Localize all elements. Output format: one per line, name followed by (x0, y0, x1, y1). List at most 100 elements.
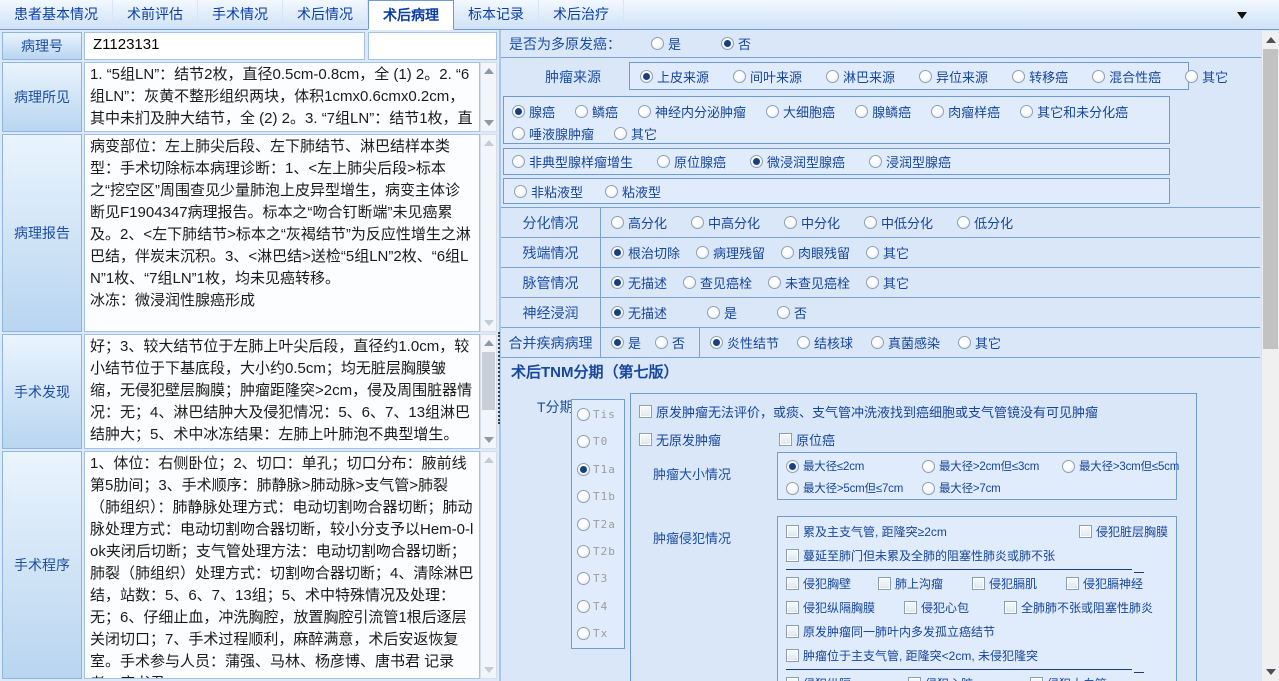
radio-option[interactable]: 最大径≤2cm (786, 458, 922, 474)
radio-option[interactable]: 粘液型 (605, 182, 661, 201)
radio-option[interactable]: 无描述 (611, 273, 667, 292)
radio-option[interactable]: 异位来源 (919, 67, 988, 86)
tab-patient-basic[interactable]: 患者基本情况 (0, 0, 113, 29)
tab-postop-treatment[interactable]: 术后治疗 (539, 0, 624, 29)
radio-option[interactable]: 炎性结节 (710, 333, 779, 352)
radio-option[interactable]: 最大径>3cm但≤5cm (1062, 458, 1179, 474)
radio-option[interactable]: T4 (577, 600, 624, 613)
radio-option[interactable]: 否 (721, 34, 751, 53)
check-option[interactable]: 全肺肺不张或阻塞性肺炎 (1004, 599, 1168, 616)
radio-option[interactable]: T3 (577, 572, 624, 585)
tab-postop-pathology[interactable]: 术后病理 (368, 0, 454, 30)
check-option[interactable]: 侵犯脏层胸膜 (1079, 523, 1168, 540)
check-option[interactable]: 原发肿瘤同一肺叶内多发孤立癌结节 (786, 623, 995, 640)
radio-option[interactable]: 唾液腺肿瘤 (512, 124, 594, 143)
check-option[interactable]: 累及主支气管, 距隆突≥2cm (786, 523, 947, 540)
radio-option[interactable]: 微浸润型腺癌 (750, 152, 845, 171)
radio-option[interactable]: 淋巴来源 (826, 67, 895, 86)
check-option[interactable]: 蔓延至肺门但未累及全肺的阻塞性肺炎或肺不张 (786, 547, 1055, 564)
radio-option[interactable]: 间叶来源 (733, 67, 802, 86)
tab-preop-eval[interactable]: 术前评估 (113, 0, 198, 29)
radio-option[interactable]: 神经内分泌肿瘤 (638, 102, 746, 121)
scroll-down-icon[interactable] (483, 117, 494, 128)
radio-option[interactable]: 查见癌栓 (683, 273, 752, 292)
pathology-no-extra-field[interactable] (368, 32, 497, 60)
radio-option[interactable]: 无描述 (611, 303, 667, 322)
radio-option[interactable]: 混合性癌 (1092, 67, 1161, 86)
check-option[interactable]: 侵犯心脏 (908, 675, 1030, 681)
radio-option[interactable]: 大细胞癌 (766, 102, 835, 121)
radio-option[interactable]: 未查见癌栓 (768, 273, 850, 292)
radio-option[interactable]: Tis (577, 408, 624, 421)
scroll-down-icon[interactable] (483, 317, 494, 328)
pathology-findings-textarea[interactable]: 1. “5组LN”：结节2枚，直径0.5cm-0.8cm，全 (1) 2。2. … (84, 62, 480, 132)
check-option[interactable]: 原发肿瘤无法评价，或痰、支气管冲洗液找到癌细胞或支气管镜没有可见肿瘤 (639, 402, 1098, 421)
pathology-report-textarea[interactable]: 病变部位：左上肺尖后段、左下肺结节、淋巴结样本类型：手术切除标本病理诊断：1、<… (84, 134, 480, 332)
check-option[interactable]: 无原发肿瘤 (639, 430, 721, 449)
radio-option[interactable]: 中高分化 (691, 213, 760, 232)
surgery-procedure-textarea[interactable]: 1、体位：右侧卧位；2、切口：单孔；切口分布：腋前线第5肋间；3、手术顺序：肺静… (84, 451, 480, 679)
radio-option[interactable]: 其它和未分化癌 (1020, 102, 1128, 121)
check-option[interactable]: 侵犯心包 (904, 599, 1004, 616)
scroll-up-icon[interactable] (483, 338, 494, 349)
surgery-findings-scrollbar[interactable] (480, 334, 497, 449)
scroll-up-icon[interactable] (483, 455, 494, 466)
radio-option[interactable]: 最大径>7cm (922, 480, 1172, 496)
radio-option[interactable]: 上皮来源 (640, 67, 709, 86)
radio-option[interactable]: 是 (611, 333, 641, 352)
radio-option[interactable]: 非粘液型 (514, 182, 583, 201)
scroll-down-icon[interactable] (483, 664, 494, 675)
check-option[interactable]: 侵犯胸壁 (786, 575, 878, 592)
radio-option[interactable]: 鳞癌 (575, 102, 618, 121)
radio-option[interactable]: 非典型腺样瘤增生 (512, 152, 633, 171)
check-option[interactable]: 肿瘤位于主支气管, 距隆突<2cm, 未侵犯隆突 (786, 647, 1038, 664)
radio-option[interactable]: 其它 (866, 243, 909, 262)
scrollbar-thumb[interactable] (1263, 49, 1278, 349)
scroll-up-icon[interactable] (483, 138, 494, 149)
radio-option[interactable]: T2a (577, 518, 624, 531)
radio-option[interactable]: 最大径>5cm但≤7cm (786, 480, 922, 496)
radio-option[interactable]: 原位腺癌 (657, 152, 726, 171)
radio-option[interactable]: 中低分化 (864, 213, 933, 232)
radio-option[interactable]: 结核球 (797, 333, 853, 352)
splitter-grip[interactable] (498, 332, 500, 424)
check-option[interactable]: 侵犯膈肌 (972, 575, 1066, 592)
radio-option[interactable]: 其它 (958, 333, 1001, 352)
pathology-report-scrollbar[interactable] (480, 134, 497, 332)
tab-specimen-record[interactable]: 标本记录 (454, 0, 539, 29)
surgery-procedure-scrollbar[interactable] (480, 451, 497, 679)
pathology-no-input[interactable]: Z1123131 (84, 32, 365, 60)
radio-option[interactable]: 腺鳞癌 (855, 102, 911, 121)
scrollbar-thumb[interactable] (482, 352, 495, 410)
radio-option[interactable]: T1b (577, 490, 624, 503)
tab-surgery[interactable]: 手术情况 (198, 0, 283, 29)
radio-option[interactable]: 低分化 (957, 213, 1013, 232)
radio-option[interactable]: 是 (651, 34, 681, 53)
radio-option[interactable]: 其它 (614, 124, 657, 143)
radio-option[interactable]: 否 (777, 303, 807, 322)
radio-option[interactable]: 其它 (866, 273, 909, 292)
check-option[interactable]: 肺上沟瘤 (878, 575, 972, 592)
radio-option[interactable]: 根治切除 (611, 243, 680, 262)
radio-option[interactable]: 转移癌 (1012, 67, 1068, 86)
radio-option[interactable]: 浸润型腺癌 (869, 152, 951, 171)
surgery-findings-textarea[interactable]: 好；3、较大结节位于左肺上叶尖后段，直径约1.0cm，较小结节位于下基底段，大小… (84, 334, 480, 449)
radio-option[interactable]: 是 (707, 303, 737, 322)
radio-option[interactable]: 否 (655, 333, 685, 352)
radio-option[interactable]: 高分化 (611, 213, 667, 232)
radio-option[interactable]: 肉瘤样癌 (931, 102, 1000, 121)
pathology-findings-scrollbar[interactable] (480, 62, 497, 132)
radio-option[interactable]: 其它 (1185, 67, 1228, 86)
radio-option[interactable]: T1a (577, 463, 624, 476)
check-option[interactable]: 侵犯大血管 (1030, 675, 1168, 681)
tab-overflow-dropdown-icon[interactable] (1237, 12, 1247, 19)
radio-option[interactable]: 病理残留 (696, 243, 765, 262)
radio-option[interactable]: 中分化 (784, 213, 840, 232)
radio-option[interactable]: 真菌感染 (871, 333, 940, 352)
radio-option[interactable]: 腺癌 (512, 102, 555, 121)
check-option[interactable]: 侵犯纵隔胸膜 (786, 599, 904, 616)
check-option[interactable]: 侵犯膈神经 (1066, 575, 1168, 592)
radio-option[interactable]: T0 (577, 435, 624, 448)
scroll-down-icon[interactable] (1262, 664, 1279, 680)
radio-option[interactable]: 肉眼残留 (781, 243, 850, 262)
